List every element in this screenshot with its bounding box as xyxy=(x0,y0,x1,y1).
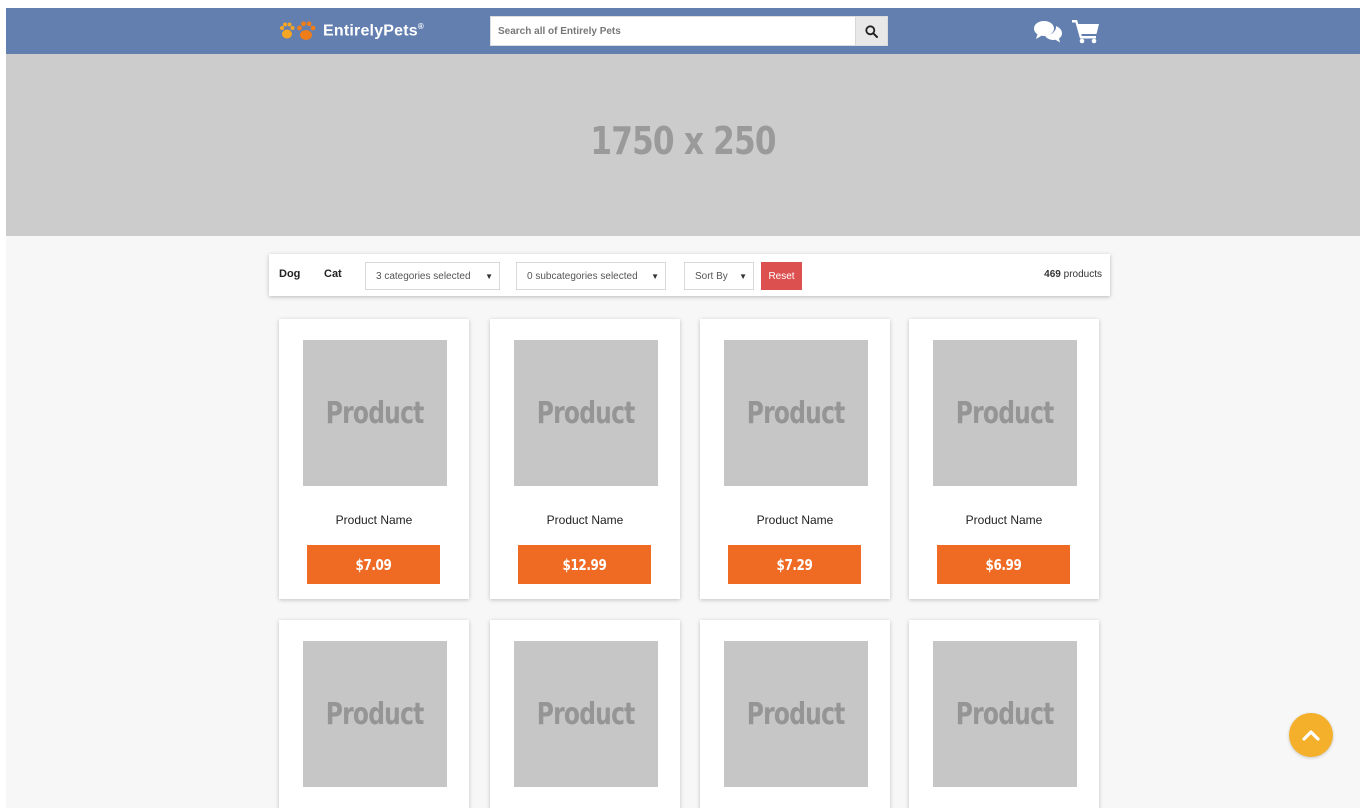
product-card[interactable]: Product Product Name $12.99 xyxy=(490,319,680,599)
price-button[interactable]: $7.29 xyxy=(728,545,861,584)
product-name[interactable]: Product Name xyxy=(700,513,890,527)
top-strip xyxy=(0,0,1366,8)
product-image-placeholder[interactable]: Product xyxy=(724,340,868,486)
product-card[interactable]: Product Product Name $6.99 xyxy=(909,319,1099,599)
image-placeholder-label: Product xyxy=(747,395,846,431)
chevron-up-icon xyxy=(1302,730,1320,741)
product-card[interactable]: Product xyxy=(279,620,469,808)
pet-tab-dog[interactable]: Dog xyxy=(279,268,300,280)
site-header: EntirelyPets® xyxy=(6,8,1360,54)
image-placeholder-label: Product xyxy=(956,395,1055,431)
banner-label: 1750 x 250 xyxy=(590,119,776,163)
image-placeholder-label: Product xyxy=(537,696,636,732)
product-card[interactable]: Product xyxy=(700,620,890,808)
price-label: $7.29 xyxy=(776,555,813,574)
product-image-placeholder[interactable]: Product xyxy=(303,641,447,787)
search-button[interactable] xyxy=(855,17,887,45)
product-image-placeholder[interactable]: Product xyxy=(933,340,1077,486)
price-label: $6.99 xyxy=(985,555,1022,574)
product-card[interactable]: Product Product Name $7.09 xyxy=(279,319,469,599)
search-input[interactable] xyxy=(491,17,855,45)
pet-tab-cat[interactable]: Cat xyxy=(324,268,342,280)
product-name[interactable]: Product Name xyxy=(490,513,680,527)
site-logo[interactable]: EntirelyPets® xyxy=(279,18,424,44)
product-name[interactable]: Product Name xyxy=(909,513,1099,527)
chat-icon[interactable] xyxy=(1033,18,1063,49)
subcategories-select[interactable]: 0 subcategories selected ▼ xyxy=(516,262,666,290)
image-placeholder-label: Product xyxy=(326,395,425,431)
product-image-placeholder[interactable]: Product xyxy=(514,340,658,486)
paw-icon xyxy=(279,20,317,42)
price-button[interactable]: $12.99 xyxy=(518,545,651,584)
filter-bar: Dog Cat 3 categories selected ▼ 0 subcat… xyxy=(269,254,1110,296)
product-name[interactable]: Product Name xyxy=(279,513,469,527)
logo-text: EntirelyPets® xyxy=(323,21,424,40)
product-card[interactable]: Product xyxy=(490,620,680,808)
sort-select[interactable]: Sort By ▼ xyxy=(684,262,754,290)
product-card[interactable]: Product Product Name $7.29 xyxy=(700,319,890,599)
subcategories-select-value: 0 subcategories selected xyxy=(527,270,638,282)
product-image-placeholder[interactable]: Product xyxy=(303,340,447,486)
product-image-placeholder[interactable]: Product xyxy=(724,641,868,787)
search-icon xyxy=(865,24,878,38)
hero-banner-placeholder: 1750 x 250 xyxy=(6,54,1360,236)
page: EntirelyPets® Search all of Entirely Pet… xyxy=(0,0,1366,808)
product-card[interactable]: Product xyxy=(909,620,1099,808)
sort-select-value: Sort By xyxy=(695,270,728,282)
product-image-placeholder[interactable]: Product xyxy=(933,641,1077,787)
categories-select[interactable]: 3 categories selected ▼ xyxy=(365,262,500,290)
price-label: $7.09 xyxy=(355,555,392,574)
scroll-to-top-button[interactable] xyxy=(1289,713,1333,757)
dropdown-arrow-icon: ▼ xyxy=(739,272,747,281)
image-placeholder-label: Product xyxy=(956,696,1055,732)
price-button[interactable]: $6.99 xyxy=(937,545,1070,584)
dropdown-arrow-icon: ▼ xyxy=(651,272,659,281)
search-bar xyxy=(490,16,888,46)
image-placeholder-label: Product xyxy=(326,696,425,732)
dropdown-arrow-icon: ▼ xyxy=(485,272,493,281)
reset-button[interactable]: Reset xyxy=(761,262,802,290)
left-strip xyxy=(0,0,6,808)
cart-icon[interactable] xyxy=(1071,18,1101,49)
categories-select-value: 3 categories selected xyxy=(376,270,471,282)
price-label: $12.99 xyxy=(562,555,607,574)
header-icons xyxy=(1033,18,1101,49)
image-placeholder-label: Product xyxy=(537,395,636,431)
product-count: 469 products xyxy=(1044,269,1102,280)
image-placeholder-label: Product xyxy=(747,696,846,732)
product-image-placeholder[interactable]: Product xyxy=(514,641,658,787)
right-strip xyxy=(1360,0,1366,808)
price-button[interactable]: $7.09 xyxy=(307,545,440,584)
